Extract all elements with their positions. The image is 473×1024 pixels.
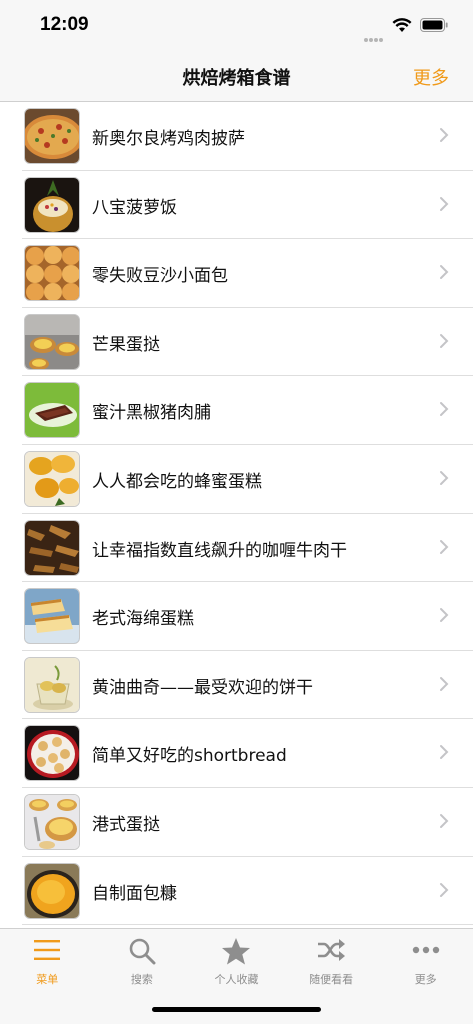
chevron-right-icon — [440, 128, 449, 142]
recipe-thumbnail — [24, 245, 80, 302]
recipe-title: 新奥尔良烤鸡肉披萨 — [92, 129, 245, 149]
tab-label: 随便看看 — [309, 973, 354, 986]
cellular-signal-icon — [364, 27, 386, 42]
tab-menu[interactable]: 菜单 — [0, 929, 95, 991]
recipe-thumbnail — [24, 108, 80, 164]
recipe-thumbnail — [24, 793, 80, 850]
recipe-row-cookies[interactable]: 黄油曲奇——最受欢迎的饼干 — [0, 651, 473, 720]
wifi-icon — [392, 18, 412, 32]
battery-icon — [420, 18, 448, 32]
tab-more[interactable]: 更多 — [378, 929, 473, 991]
recipe-title: 零失败豆沙小面包 — [92, 266, 228, 287]
tab-favorites[interactable]: 个人收藏 — [189, 929, 284, 991]
recipe-thumbnail — [24, 519, 80, 576]
recipe-row-pizza[interactable]: 新奥尔良烤鸡肉披萨 — [0, 102, 473, 171]
recipe-title: 八宝菠萝饭 — [92, 197, 177, 218]
tab-label: 更多 — [414, 973, 437, 986]
chevron-right-icon — [440, 265, 449, 280]
recipe-list[interactable]: 新奥尔良烤鸡肉披萨 八宝菠萝饭 零失败豆沙小面包 芒果蛋挞 蜜汁黑椒猪肉脯 人人… — [0, 102, 473, 928]
tab-label: 个人收藏 — [214, 973, 259, 986]
chevron-right-icon — [440, 196, 449, 211]
star-icon — [222, 938, 251, 965]
recipe-thumbnail — [24, 725, 80, 782]
recipe-row-pork-jerky[interactable]: 蜜汁黑椒猪肉脯 — [0, 376, 473, 445]
recipe-title: 蜜汁黑椒猪肉脯 — [92, 403, 211, 424]
menu-icon — [34, 940, 61, 960]
recipe-thumbnail — [24, 588, 80, 645]
recipe-row-beef-jerky[interactable]: 让幸福指数直线飙升的咖喱牛肉干 — [0, 514, 473, 583]
recipe-thumbnail — [24, 382, 80, 439]
status-bar: 12:09 — [0, 0, 473, 52]
shuffle-icon — [318, 939, 346, 961]
recipe-row-honey-cake[interactable]: 人人都会吃的蜂蜜蛋糕 — [0, 445, 473, 514]
recipe-title: 人人都会吃的蜂蜜蛋糕 — [92, 471, 262, 492]
recipe-title: 让幸福指数直线飙升的咖喱牛肉干 — [92, 540, 347, 561]
recipe-thumbnail — [24, 656, 80, 713]
recipe-row-shortbread[interactable]: 简单又好吃的shortbread — [0, 719, 473, 788]
navigation-bar: 烘焙烤箱食谱 更多 — [0, 52, 473, 102]
chevron-right-icon — [440, 608, 449, 623]
recipe-row-hk-egg-tart[interactable]: 港式蛋挞 — [0, 788, 473, 857]
chevron-right-icon — [440, 402, 449, 417]
app-screen: 12:09 烘焙烤箱食谱 更多 新奥尔良烤鸡肉披萨 八宝菠萝饭 零失败豆沙小面包… — [0, 0, 473, 1024]
recipe-row-sponge-cake[interactable]: 老式海绵蛋糕 — [0, 582, 473, 651]
recipe-thumbnail — [24, 450, 80, 507]
page-title: 烘焙烤箱食谱 — [182, 68, 291, 89]
status-time: 12:09 — [40, 14, 89, 35]
recipe-thumbnail — [24, 313, 80, 370]
chevron-right-icon — [440, 470, 449, 485]
recipe-title: 港式蛋挞 — [92, 814, 160, 835]
recipe-row-egg-tart[interactable]: 芒果蛋挞 — [0, 308, 473, 377]
home-indicator[interactable] — [152, 1007, 321, 1012]
chevron-right-icon — [440, 813, 449, 828]
chevron-right-icon — [440, 745, 449, 760]
recipe-thumbnail — [24, 862, 80, 919]
recipe-title: 芒果蛋挞 — [92, 334, 160, 355]
chevron-right-icon — [440, 539, 449, 554]
recipe-thumbnail — [24, 176, 80, 233]
search-icon — [129, 938, 156, 965]
recipe-title: 黄油曲奇——最受欢迎的饼干 — [92, 677, 313, 698]
recipe-title: 老式海绵蛋糕 — [92, 609, 194, 630]
tab-label: 搜索 — [130, 973, 153, 986]
tab-random[interactable]: 随便看看 — [284, 929, 379, 991]
chevron-right-icon — [440, 676, 449, 691]
chevron-right-icon — [440, 882, 449, 897]
recipe-row-pineapple-rice[interactable]: 八宝菠萝饭 — [0, 171, 473, 240]
recipe-row-buns[interactable]: 零失败豆沙小面包 — [0, 239, 473, 308]
recipe-title: 简单又好吃的shortbread — [92, 746, 287, 767]
more-dots-icon — [412, 946, 439, 954]
recipe-title: 自制面包糠 — [92, 883, 177, 904]
tab-search[interactable]: 搜索 — [95, 929, 190, 991]
tab-label: 菜单 — [36, 973, 59, 986]
recipe-row-breadcrumbs[interactable]: 自制面包糠 — [0, 857, 473, 926]
chevron-right-icon — [440, 333, 449, 348]
more-button[interactable]: 更多 — [413, 64, 449, 90]
